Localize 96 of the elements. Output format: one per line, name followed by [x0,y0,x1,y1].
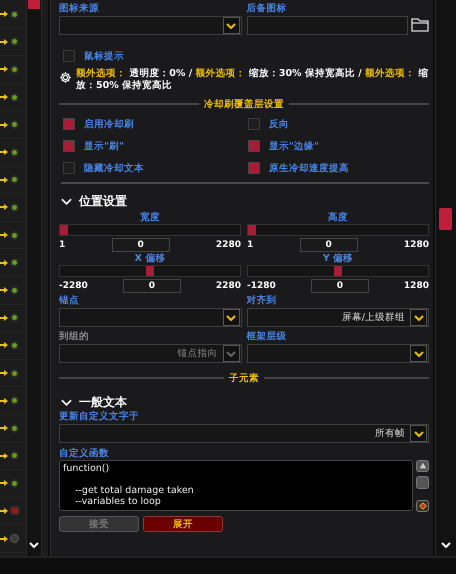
blank-button[interactable] [416,476,429,489]
value-input[interactable]: 0 [112,238,170,252]
value-input[interactable]: 0 [122,278,181,292]
field-label: 框架层级 [246,331,286,343]
scrollbar-thumb[interactable] [439,208,452,230]
min-value: 1 [247,240,254,250]
checkbox-label: 反向 [269,118,289,130]
slider-label: X 偏移 [134,253,166,265]
arrow-icon[interactable] [0,506,8,515]
checkbox[interactable] [63,50,75,62]
section-header[interactable]: 位置设置 [59,193,127,210]
arrow-icon[interactable] [0,258,8,267]
arrow-icon[interactable] [0,65,8,74]
slider-track[interactable] [247,224,429,236]
section-title: 子元素 [228,372,260,384]
arrow-icon[interactable] [0,203,8,212]
slider-label: 宽度 [140,212,160,224]
chevron-icon [226,350,236,356]
min-value: -1280 [247,280,276,290]
dropdown[interactable] [246,344,429,363]
arrow-icon[interactable] [0,534,8,543]
action-button[interactable]: 展开 [143,516,223,532]
arrow-icon[interactable] [0,10,8,18]
checkbox[interactable] [248,162,260,174]
gem-icon[interactable] [416,500,429,512]
scrollbar-thumb[interactable] [28,0,40,9]
input-field[interactable] [246,16,408,35]
checkbox[interactable] [248,118,260,130]
chevron-icon [414,314,424,320]
scroll-down-icon[interactable] [28,540,40,550]
value-input[interactable]: 0 [310,278,369,292]
slider-label: 高度 [328,212,348,224]
slider-label: Y 偏移 [322,253,354,265]
max-value: 2280 [216,280,241,290]
settings-icon[interactable] [59,71,72,84]
slider-thumb[interactable] [248,225,256,235]
chevron-icon [414,430,424,436]
section-title: 冷却刷覆盖层设置 [203,98,285,110]
checkbox-label: 显示"刷" [84,140,124,152]
max-value: 2280 [216,240,241,250]
arrow-icon[interactable] [0,231,8,240]
value-input[interactable]: 0 [300,238,358,252]
arrow-icon[interactable] [0,479,8,488]
arrow-icon[interactable] [0,120,8,129]
field-label: 对齐到 [246,295,276,307]
up-icon[interactable] [416,460,429,472]
min-value: 1 [59,240,66,250]
slider-track[interactable] [59,224,241,236]
checkbox-label: 显示"边缘" [269,140,319,152]
max-value: 1280 [404,280,429,290]
arrow-icon[interactable] [0,148,8,156]
checkbox[interactable] [63,140,75,152]
code-editor[interactable]: function() --get total damage taken --variables to loop [59,460,413,511]
arrow-icon[interactable] [0,286,8,294]
arrow-icon[interactable] [0,424,8,432]
arrow-icon[interactable] [0,93,8,102]
arrow-icon[interactable] [0,314,8,322]
dropdown[interactable] [59,16,242,35]
slider-track[interactable] [59,265,241,277]
checkbox[interactable] [63,162,75,174]
checkbox[interactable] [63,118,75,130]
section-header[interactable]: 一般文本 [59,394,127,411]
arrow-icon[interactable] [0,341,8,350]
dropdown[interactable]: 所有帧 [59,424,429,443]
field-label: 到组的 [59,331,89,343]
slider-track[interactable] [247,265,429,277]
arrow-icon[interactable] [0,176,8,184]
max-value: 1280 [404,240,429,250]
chevron-icon [226,314,236,320]
field-label: 更新自定义文字于 [59,411,139,423]
min-value: -2280 [59,280,88,290]
dropdown[interactable] [59,308,242,327]
chevron-icon [226,22,236,28]
chevron-icon [61,398,72,406]
options-summary: 额外选项： 透明度：0% / 额外选项： 缩放：30% 保持宽高比 / 额外选项： 缩放：50% 保持宽高比 [76,68,429,92]
slider-thumb[interactable] [334,266,342,276]
checkbox-label: 鼠标提示 [84,50,124,62]
slider-thumb[interactable] [146,266,154,276]
scroll-down-icon[interactable] [440,540,452,550]
checkbox-label: 原生冷却速度提高 [269,162,349,174]
chevron-icon [61,198,72,206]
chevron-icon [414,350,424,356]
slider-thumb[interactable] [60,225,68,235]
dropdown[interactable]: 屏幕/上级群组 [246,308,429,327]
arrow-icon[interactable] [0,452,8,460]
field-label: 自定义函数 [59,448,109,460]
arrow-icon[interactable] [0,38,8,46]
field-label: 锚点 [59,295,79,307]
field-label: 后备图标 [246,3,286,15]
checkbox-label: 启用冷却刷 [84,118,134,130]
folder-icon[interactable] [411,18,429,32]
checkbox[interactable] [248,140,260,152]
arrow-icon[interactable] [0,396,8,405]
checkbox-label: 隐藏冷却文本 [84,162,144,174]
arrow-icon[interactable] [0,369,8,378]
field-label: 图标来源 [59,3,99,15]
